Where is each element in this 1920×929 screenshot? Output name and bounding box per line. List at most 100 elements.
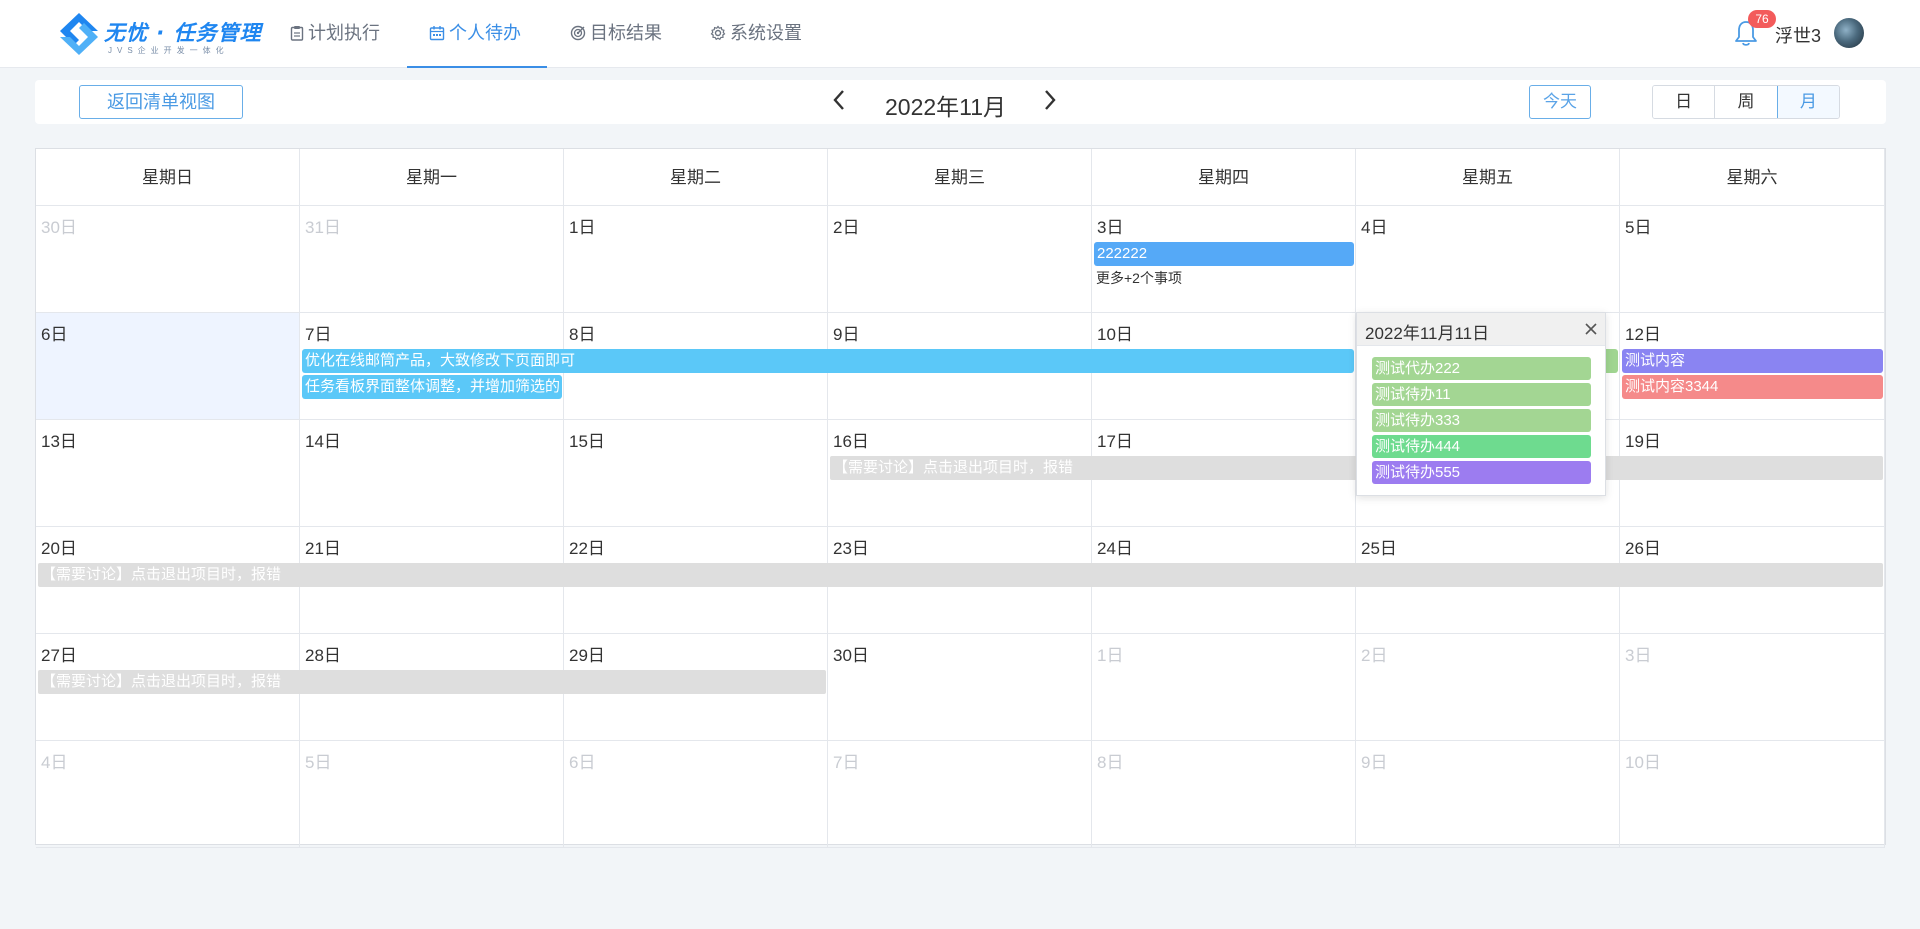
day-number: 12日 xyxy=(1625,325,1661,344)
day-cell[interactable]: 2日 xyxy=(828,206,1092,313)
day-number: 3日 xyxy=(1625,646,1652,665)
weekday-header: 星期六 xyxy=(1620,149,1885,206)
day-number: 13日 xyxy=(41,432,77,451)
nav-personal-todo[interactable]: 个人待办 xyxy=(407,0,547,68)
nav-label: 个人待办 xyxy=(449,23,521,43)
day-number: 9日 xyxy=(1361,753,1388,772)
calendar-icon xyxy=(429,25,445,40)
day-number: 7日 xyxy=(305,325,332,344)
more-events-link[interactable]: 更多+2个事项 xyxy=(1096,268,1182,288)
calendar-event[interactable]: 【需要讨论】点击退出项目时，报错 xyxy=(38,563,1883,587)
day-cell[interactable]: 5日 xyxy=(300,741,564,848)
day-number: 29日 xyxy=(569,646,605,665)
day-cell[interactable]: 13日 xyxy=(36,420,300,527)
day-cell[interactable]: 1日 xyxy=(1092,634,1356,741)
month-title: 2022年11月 xyxy=(885,94,1007,120)
month-calendar: 星期日 星期一 星期二 星期三 星期四 星期五 星期六 30日 31日 1日 2日 3日 4日 5日 6日 7… xyxy=(35,148,1886,848)
day-cell[interactable]: 3日 xyxy=(1620,634,1885,741)
weekday-header: 星期日 xyxy=(36,149,300,206)
day-number: 17日 xyxy=(1097,432,1133,451)
day-number: 5日 xyxy=(305,753,332,772)
day-cell[interactable]: 7日 xyxy=(828,741,1092,848)
day-number: 25日 xyxy=(1361,539,1397,558)
day-cell[interactable]: 4日 xyxy=(1356,206,1620,313)
day-number: 27日 xyxy=(41,646,77,665)
view-month-button[interactable]: 月 xyxy=(1776,86,1839,118)
logo-mark-icon xyxy=(60,13,98,55)
day-cell[interactable]: 15日 xyxy=(564,420,828,527)
notification-badge: 76 xyxy=(1748,10,1776,28)
day-number: 15日 xyxy=(569,432,605,451)
day-cell[interactable]: 2日 xyxy=(1356,634,1620,741)
top-header: 无忧 · 任务管理 JVS企业开发一体化 计划执行 个人待办 目标结果 系统设置… xyxy=(0,0,1920,68)
next-month-icon[interactable] xyxy=(1039,88,1059,112)
target-icon xyxy=(570,25,586,40)
calendar-event[interactable]: 测试内容 xyxy=(1622,349,1883,373)
gear-icon xyxy=(710,25,726,40)
close-icon[interactable] xyxy=(1583,321,1599,337)
day-number: 6日 xyxy=(41,325,68,344)
clipboard-icon xyxy=(290,25,304,41)
day-number: 14日 xyxy=(305,432,341,451)
calendar-toolbar: 返回清单视图 2022年11月 今天 日 周 月 xyxy=(35,80,1886,124)
day-number: 2日 xyxy=(1361,646,1388,665)
day-number: 2日 xyxy=(833,218,860,237)
username[interactable]: 浮世3 xyxy=(1775,22,1821,48)
day-number: 24日 xyxy=(1097,539,1133,558)
today-button[interactable]: 今天 xyxy=(1529,85,1591,119)
nav-system-settings[interactable]: 系统设置 xyxy=(710,0,802,68)
day-number: 30日 xyxy=(41,218,77,237)
weekday-header: 星期一 xyxy=(300,149,564,206)
calendar-event[interactable]: 优化在线邮筒产品，大致修改下页面即可 xyxy=(302,349,1354,373)
day-cell[interactable]: 10日 xyxy=(1620,741,1885,848)
calendar-event[interactable]: 222222 xyxy=(1094,242,1354,266)
day-number: 16日 xyxy=(833,432,869,451)
back-to-list-button[interactable]: 返回清单视图 xyxy=(79,85,243,119)
weekday-header: 星期三 xyxy=(828,149,1092,206)
day-number: 3日 xyxy=(1097,218,1124,237)
day-cell[interactable]: 6日 xyxy=(564,741,828,848)
day-number: 30日 xyxy=(833,646,869,665)
popover-event-item[interactable]: 测试待办444 xyxy=(1372,435,1591,458)
day-number: 1日 xyxy=(569,218,596,237)
day-number: 20日 xyxy=(41,539,77,558)
nav-plan-execution[interactable]: 计划执行 xyxy=(290,0,380,68)
day-number: 4日 xyxy=(1361,218,1388,237)
day-number: 31日 xyxy=(305,218,341,237)
popover-header: 2022年11月11日 xyxy=(1357,313,1605,346)
day-number: 8日 xyxy=(569,325,596,344)
app-logo[interactable]: 无忧 · 任务管理 JVS企业开发一体化 xyxy=(58,11,268,57)
popover-title: 2022年11月11日 xyxy=(1365,324,1490,343)
popover-event-item[interactable]: 测试待办11 xyxy=(1372,383,1591,406)
view-week-button[interactable]: 周 xyxy=(1715,86,1778,118)
day-number: 9日 xyxy=(833,325,860,344)
day-number: 22日 xyxy=(569,539,605,558)
nav-label: 目标结果 xyxy=(590,23,662,43)
day-cell[interactable]: 14日 xyxy=(300,420,564,527)
calendar-event[interactable]: 测试内容3344 xyxy=(1622,375,1883,399)
day-number: 23日 xyxy=(833,539,869,558)
day-cell[interactable]: 9日 xyxy=(1356,741,1620,848)
weekday-header: 星期四 xyxy=(1092,149,1356,206)
day-cell[interactable]: 5日 xyxy=(1620,206,1885,313)
day-cell[interactable]: 30日 xyxy=(828,634,1092,741)
popover-event-item[interactable]: 测试代办222 xyxy=(1372,357,1591,380)
view-day-button[interactable]: 日 xyxy=(1653,86,1716,118)
calendar-event[interactable]: 任务看板界面整体调整，并增加筛选的 xyxy=(302,375,562,399)
day-cell[interactable]: 31日 xyxy=(300,206,564,313)
popover-event-item[interactable]: 测试待办555 xyxy=(1372,461,1591,484)
day-cell[interactable]: 1日 xyxy=(564,206,828,313)
view-switcher: 日 周 月 xyxy=(1652,85,1840,119)
day-cell-today[interactable]: 6日 xyxy=(36,313,300,420)
day-number: 6日 xyxy=(569,753,596,772)
day-number: 10日 xyxy=(1625,753,1661,772)
nav-goal-results[interactable]: 目标结果 xyxy=(570,0,662,68)
avatar[interactable] xyxy=(1834,18,1864,48)
day-cell[interactable]: 4日 xyxy=(36,741,300,848)
calendar-event[interactable]: 【需要讨论】点击退出项目时，报错 xyxy=(38,670,826,694)
day-number: 21日 xyxy=(305,539,341,558)
day-cell[interactable]: 30日 xyxy=(36,206,300,313)
day-cell[interactable]: 8日 xyxy=(1092,741,1356,848)
prev-month-icon[interactable] xyxy=(830,88,850,112)
popover-event-item[interactable]: 测试待办333 xyxy=(1372,409,1591,432)
